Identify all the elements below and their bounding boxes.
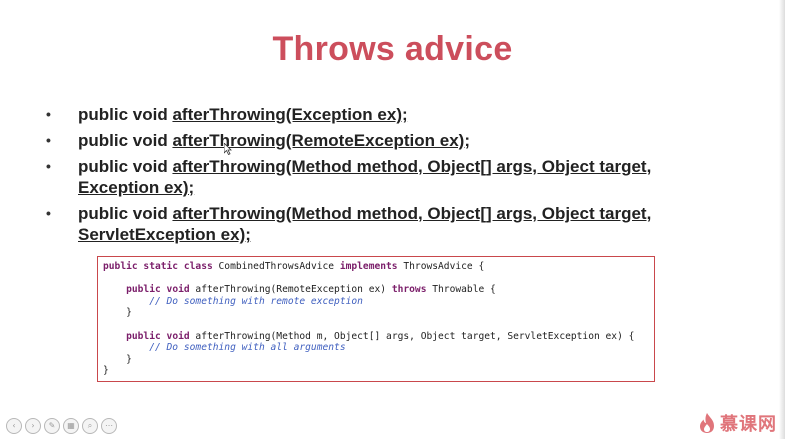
brand-logo: 慕课网	[698, 410, 777, 436]
more-options-button[interactable]: ⋯	[101, 418, 117, 434]
code-comment: // Do something with remote exception	[103, 295, 363, 307]
code-keyword: public void	[126, 284, 190, 296]
code-line: public void afterThrowing(RemoteExceptio…	[103, 284, 654, 296]
method-signature-continuation: Exception ex);	[78, 178, 195, 197]
method-modifiers: public void	[78, 204, 173, 223]
method-modifiers: public void	[78, 131, 173, 150]
code-text: Throwable {	[426, 284, 496, 296]
code-keyword: public static class	[103, 261, 213, 272]
next-slide-button[interactable]: ›	[25, 418, 41, 434]
bullet-marker: •	[46, 132, 51, 148]
bullet-marker: •	[46, 106, 51, 122]
bullet-item: • public void afterThrowing(Exception ex)…	[46, 104, 746, 125]
code-line: public static class CombinedThrowsAdvice…	[103, 261, 654, 273]
method-signature: afterThrowing(Method method, Object[] ar…	[172, 157, 652, 176]
bullet-marker: •	[46, 158, 51, 174]
bullet-marker: •	[46, 205, 51, 221]
method-signature: afterThrowing(RemoteException ex);	[172, 131, 470, 150]
code-keyword: public void	[126, 330, 190, 342]
brand-logo-text: 慕课网	[720, 414, 777, 435]
code-line: // Do something with remote exception	[103, 296, 654, 308]
code-text: ThrowsAdvice {	[397, 261, 485, 272]
method-modifiers: public void	[78, 105, 173, 124]
pen-tool-button[interactable]: ✎	[44, 418, 60, 434]
prev-slide-button[interactable]: ‹	[6, 418, 22, 434]
code-keyword: throws	[391, 284, 427, 296]
method-signature-continuation: ServletException ex);	[78, 225, 251, 244]
slideshow-toolbar: ‹ › ✎ ▦ ⌕ ⋯	[6, 418, 117, 436]
flame-logo-icon	[700, 413, 714, 433]
bullet-item: • public void afterThrowing(Method method…	[46, 203, 746, 245]
code-line: // Do something with all arguments	[103, 342, 654, 354]
bullet-list: • public void afterThrowing(Exception ex)…	[46, 104, 746, 250]
method-modifiers: public void	[78, 157, 173, 176]
code-text: afterThrowing(Method m, Object[] args, O…	[189, 330, 635, 342]
slide-sorter-button[interactable]: ▦	[63, 418, 79, 434]
method-signature: afterThrowing(Method method, Object[] ar…	[172, 204, 652, 223]
code-text: CombinedThrowsAdvice	[212, 261, 340, 272]
zoom-button[interactable]: ⌕	[82, 418, 98, 434]
method-signature: afterThrowing(Exception ex);	[172, 105, 408, 124]
code-block: public static class CombinedThrowsAdvice…	[97, 256, 655, 382]
code-line: }	[103, 365, 654, 377]
code-text: }	[103, 365, 109, 377]
code-line: }	[103, 354, 654, 366]
code-text: }	[103, 353, 132, 365]
code-comment: // Do something with all arguments	[103, 342, 346, 354]
slide: Throws advice • public void afterThrowing…	[0, 0, 785, 439]
slide-title: Throws advice	[272, 30, 513, 68]
bullet-item: • public void afterThrowing(Method method…	[46, 156, 746, 198]
code-line: }	[103, 307, 654, 319]
mouse-cursor-icon	[223, 142, 232, 160]
code-keyword: implements	[339, 261, 398, 272]
bullet-item: • public void afterThrowing(RemoteExcepti…	[46, 130, 746, 151]
code-text: afterThrowing(RemoteException ex)	[189, 284, 392, 296]
code-text: }	[103, 307, 132, 319]
code-line: public void afterThrowing(Method m, Obje…	[103, 331, 654, 343]
